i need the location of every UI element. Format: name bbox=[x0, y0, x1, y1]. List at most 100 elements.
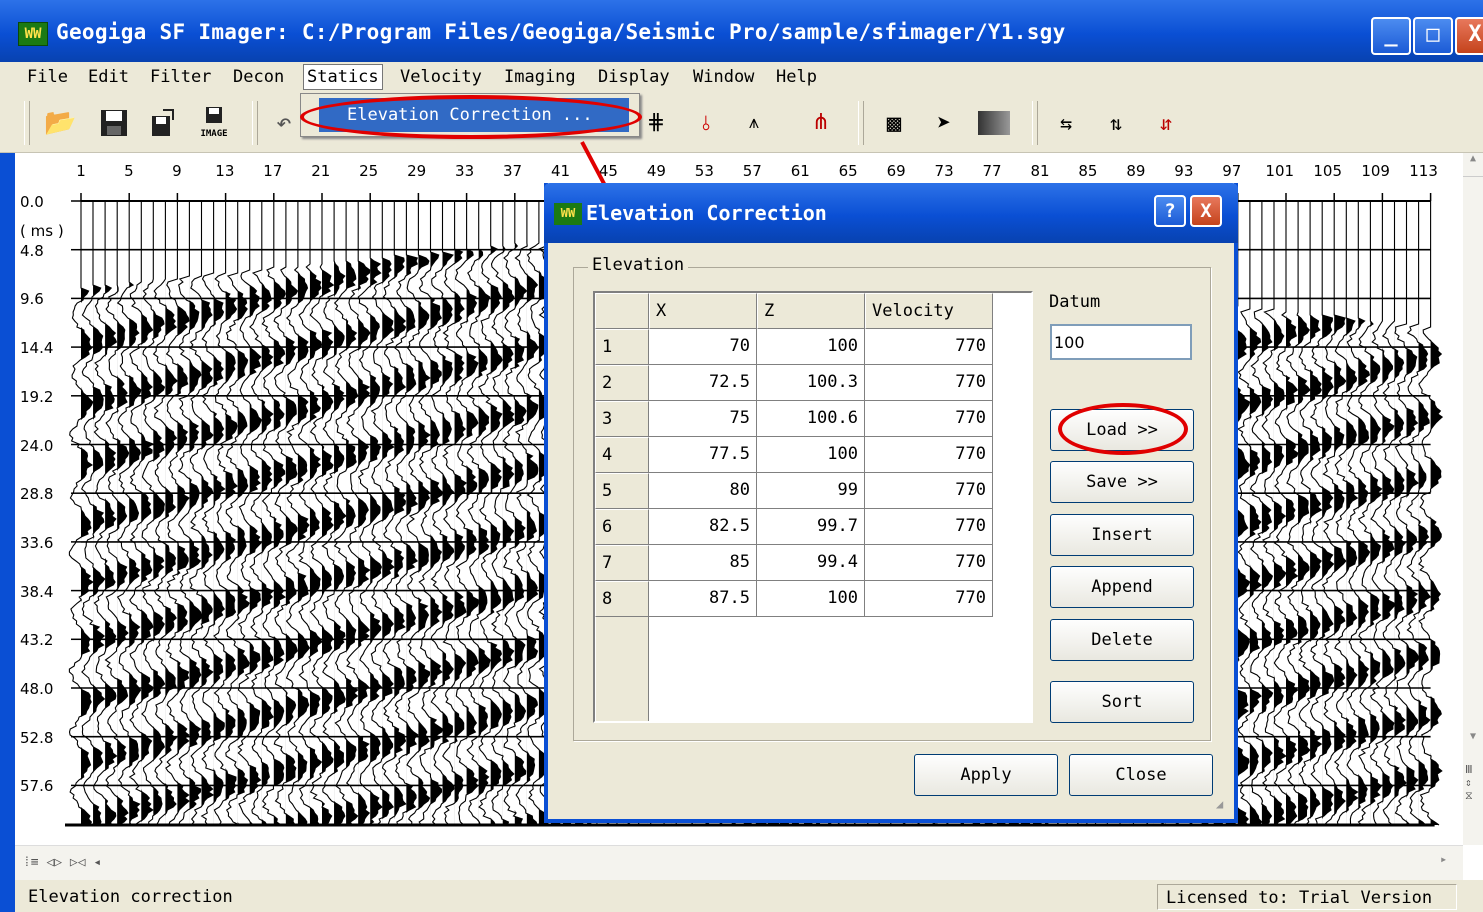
y-tick-label: 52.8 bbox=[20, 728, 54, 747]
row-header[interactable]: 8 bbox=[595, 581, 649, 617]
gray-map-icon[interactable] bbox=[978, 106, 1010, 140]
menu-display[interactable]: Display bbox=[598, 67, 670, 87]
datum-label: Datum bbox=[1049, 292, 1101, 312]
elevation-group-label: Elevation bbox=[588, 255, 689, 275]
table-cell-velocity[interactable]: 770 bbox=[865, 329, 993, 365]
x-tick-label: 21 bbox=[311, 162, 331, 180]
dialog-title-bar[interactable]: WW Elevation Correction ? X bbox=[544, 183, 1238, 243]
table-corner[interactable] bbox=[595, 293, 649, 329]
x-tick-label: 69 bbox=[886, 162, 906, 180]
x-tick-label: 73 bbox=[934, 162, 954, 180]
table-cell-velocity[interactable]: 770 bbox=[865, 509, 993, 545]
resize-grip-icon[interactable]: ◢ bbox=[1216, 797, 1223, 811]
table-cell-z[interactable]: 100 bbox=[757, 329, 865, 365]
table-cell-velocity[interactable]: 770 bbox=[865, 365, 993, 401]
vertical-scrollbar[interactable]: ▲ ▼ Ⅲ ⇕ ⧖ bbox=[1463, 153, 1483, 845]
dialog-title: Elevation Correction bbox=[586, 201, 827, 225]
horizontal-scrollbar[interactable]: ⁞≡ ◁▷ ▷◁ ◂ ▸ bbox=[15, 845, 1463, 880]
menu-file[interactable]: File bbox=[27, 67, 68, 87]
menu-help[interactable]: Help bbox=[776, 67, 817, 87]
row-header[interactable]: 5 bbox=[595, 473, 649, 509]
decon-icon[interactable]: ⫰ bbox=[690, 106, 722, 140]
menu-imaging[interactable]: Imaging bbox=[504, 67, 576, 87]
shift-left-icon[interactable]: ⇆ bbox=[1050, 106, 1082, 140]
menu-statics[interactable]: Statics bbox=[303, 64, 383, 90]
menu-edit[interactable]: Edit bbox=[88, 67, 129, 87]
menu-decon[interactable]: Decon bbox=[233, 67, 284, 87]
menu-velocity[interactable]: Velocity bbox=[400, 67, 482, 87]
x-tick-label: 85 bbox=[1078, 162, 1098, 180]
column-header-velocity[interactable]: Velocity bbox=[865, 293, 993, 329]
row-header[interactable]: 3 bbox=[595, 401, 649, 437]
x-tick-label: 9 bbox=[172, 162, 182, 180]
dialog-close-icon-button[interactable]: X bbox=[1190, 195, 1222, 227]
save-button[interactable]: Save >> bbox=[1050, 461, 1194, 503]
table-cell-velocity[interactable]: 770 bbox=[865, 401, 993, 437]
toolbar-separator-3 bbox=[1032, 101, 1038, 145]
row-header[interactable]: 4 bbox=[595, 437, 649, 473]
table-cell-z[interactable]: 100 bbox=[757, 581, 865, 617]
table-cell-z[interactable]: 99.4 bbox=[757, 545, 865, 581]
table-cell-x[interactable]: 75 bbox=[649, 401, 757, 437]
sort-button[interactable]: Sort bbox=[1050, 681, 1194, 723]
insert-button[interactable]: Insert bbox=[1050, 514, 1194, 556]
scroll-nav-icon[interactable]: ⁞≡ ◁▷ ▷◁ ◂ bbox=[23, 855, 101, 870]
license-text: Licensed to: Trial Version bbox=[1157, 884, 1457, 910]
menu-filter[interactable]: Filter bbox=[150, 67, 211, 87]
append-button[interactable]: Append bbox=[1050, 566, 1194, 608]
delete-button[interactable]: Delete bbox=[1050, 619, 1194, 661]
column-header-z[interactable]: Z bbox=[757, 293, 865, 329]
minimize-button[interactable]: _ bbox=[1371, 17, 1411, 55]
table-cell-x[interactable]: 72.5 bbox=[649, 365, 757, 401]
close-button[interactable]: Close bbox=[1069, 754, 1213, 796]
table-cell-z[interactable]: 100.3 bbox=[757, 365, 865, 401]
dialog-help-button[interactable]: ? bbox=[1154, 195, 1186, 227]
status-bar: Elevation correction Licensed to: Trial … bbox=[15, 880, 1483, 912]
save-icon[interactable] bbox=[98, 106, 130, 140]
x-tick-label: 93 bbox=[1174, 162, 1194, 180]
x-tick-label: 1 bbox=[76, 162, 86, 180]
column-header-x[interactable]: X bbox=[649, 293, 757, 329]
datum-input[interactable] bbox=[1050, 324, 1192, 360]
undo-icon[interactable]: ↶ bbox=[268, 106, 300, 140]
y-tick-label: 57.6 bbox=[20, 777, 54, 796]
spike-icon[interactable]: ⋔ bbox=[805, 106, 837, 140]
elevation-table[interactable]: X Z Velocity 1 70 100 770 2 72.5 100.3 770 3 75 100.6… bbox=[593, 291, 1033, 723]
table-cell-x[interactable]: 87.5 bbox=[649, 581, 757, 617]
table-cell-x[interactable]: 80 bbox=[649, 473, 757, 509]
row-header[interactable]: 7 bbox=[595, 545, 649, 581]
y-tick-label: 14.4 bbox=[20, 339, 54, 358]
table-cell-x[interactable]: 70 bbox=[649, 329, 757, 365]
row-header[interactable]: 2 bbox=[595, 365, 649, 401]
shift-both-icon[interactable]: ⇅ bbox=[1100, 106, 1132, 140]
close-window-button[interactable]: X bbox=[1455, 17, 1483, 55]
title-bar[interactable]: WW Geogiga SF Imager: C:/Program Files/G… bbox=[0, 0, 1483, 62]
shift-right-icon[interactable]: ⇵ bbox=[1150, 106, 1182, 140]
save-image-icon[interactable]: IMAGE bbox=[198, 106, 230, 140]
open-folder-icon[interactable]: 📂 bbox=[44, 106, 76, 140]
table-cell-z[interactable]: 99 bbox=[757, 473, 865, 509]
table-cell-z[interactable]: 100 bbox=[757, 437, 865, 473]
table-cell-velocity[interactable]: 770 bbox=[865, 581, 993, 617]
save-as-icon[interactable] bbox=[146, 106, 178, 140]
table-cell-velocity[interactable]: 770 bbox=[865, 545, 993, 581]
scroll-right-icon[interactable]: ▸ bbox=[1440, 852, 1447, 866]
apply-button[interactable]: Apply bbox=[914, 754, 1058, 796]
x-tick-label: 25 bbox=[359, 162, 379, 180]
table-cell-z[interactable]: 100.6 bbox=[757, 401, 865, 437]
maximize-button[interactable]: □ bbox=[1413, 17, 1453, 55]
wiggle-icon[interactable]: ▩ bbox=[878, 106, 910, 140]
table-cell-x[interactable]: 82.5 bbox=[649, 509, 757, 545]
table-cell-z[interactable]: 99.7 bbox=[757, 509, 865, 545]
trace-pick-icon[interactable]: ⩚ bbox=[738, 106, 770, 140]
table-cell-velocity[interactable]: 770 bbox=[865, 473, 993, 509]
table-cell-velocity[interactable]: 770 bbox=[865, 437, 993, 473]
row-header[interactable]: 1 bbox=[595, 329, 649, 365]
table-cell-x[interactable]: 85 bbox=[649, 545, 757, 581]
row-header[interactable]: 6 bbox=[595, 509, 649, 545]
menu-window[interactable]: Window bbox=[693, 67, 754, 87]
table-cell-x[interactable]: 77.5 bbox=[649, 437, 757, 473]
status-text: Elevation correction bbox=[28, 887, 233, 907]
y-tick-label: 19.2 bbox=[20, 387, 54, 406]
ray-icon[interactable]: ➤ bbox=[928, 106, 960, 140]
